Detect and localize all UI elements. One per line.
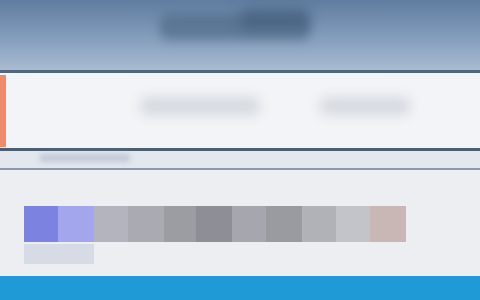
selected-item-icon[interactable] (24, 206, 58, 242)
selected-item-label-area (24, 244, 94, 264)
blurred-toolbar-text (40, 154, 130, 162)
blurred-item (232, 206, 266, 242)
blurred-item (370, 206, 406, 242)
taskbar[interactable] (0, 276, 480, 300)
selected-item-icon[interactable] (58, 206, 94, 242)
address-bar-accent (0, 75, 6, 147)
blurred-item (164, 206, 196, 242)
address-bar[interactable] (0, 73, 480, 151)
toolbar-strip (0, 151, 480, 170)
address-input[interactable] (8, 77, 478, 145)
title-bar (0, 0, 480, 70)
blurred-item (266, 206, 302, 242)
content-area (0, 170, 480, 276)
item-strip (24, 206, 406, 242)
blurred-item (128, 206, 164, 242)
blurred-item (302, 206, 336, 242)
blurred-item (196, 206, 232, 242)
app-window (0, 0, 480, 300)
blurred-item (94, 206, 128, 242)
blurred-item (336, 206, 370, 242)
blurred-title-region-secondary (240, 8, 310, 30)
